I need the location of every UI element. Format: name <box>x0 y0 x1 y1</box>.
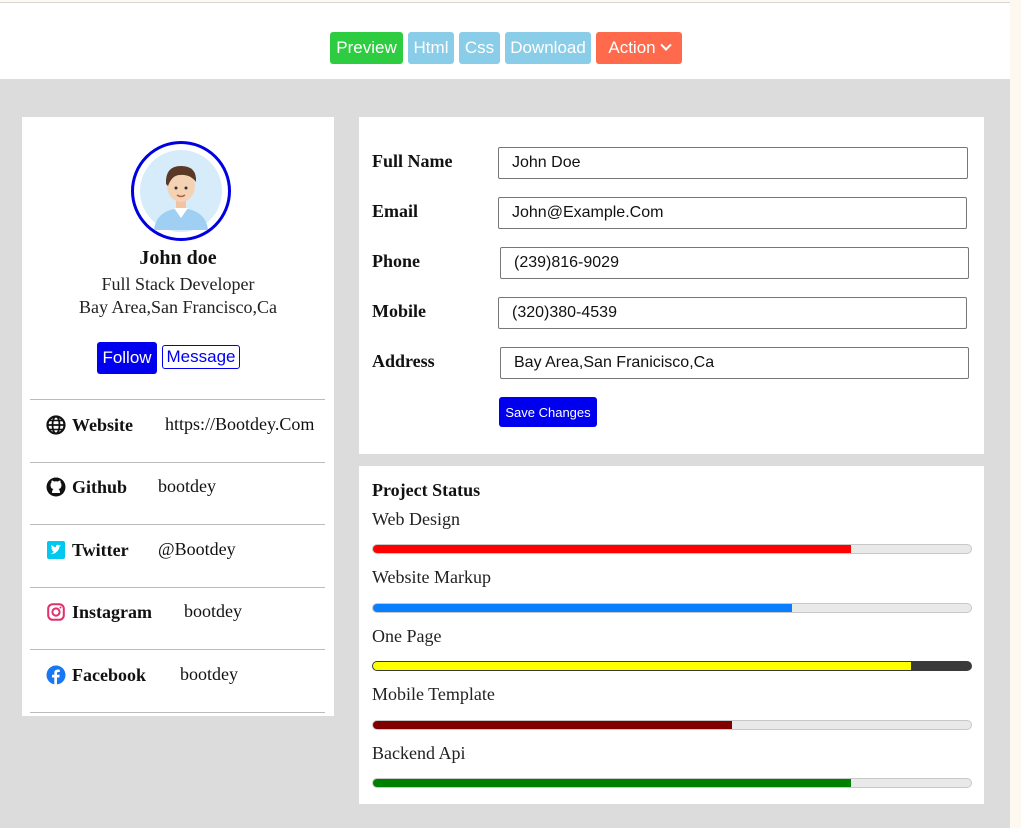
profile-name: John doe <box>139 247 217 269</box>
preview-button[interactable]: Preview <box>330 32 403 64</box>
avatar-illustration <box>140 150 222 232</box>
divider <box>30 399 325 400</box>
follow-button[interactable]: Follow <box>97 342 157 374</box>
profile-card: John doe Full Stack Developer Bay Area,S… <box>22 117 334 716</box>
project-label-one-page: One Page <box>372 626 442 646</box>
progress-fill <box>373 779 852 787</box>
github-value: bootdey <box>158 476 216 496</box>
mobile-label: Mobile <box>372 301 426 321</box>
profile-location: Bay Area,San Francisco,Ca <box>79 297 277 317</box>
twitter-icon <box>46 540 66 560</box>
social-facebook[interactable]: Facebook bootdey <box>46 661 276 689</box>
globe-icon <box>46 415 66 435</box>
right-margin <box>1010 0 1021 828</box>
divider <box>30 462 325 463</box>
address-label: Address <box>372 351 435 371</box>
action-dropdown-button[interactable]: Action <box>596 32 682 64</box>
chevron-down-icon <box>659 39 672 51</box>
progress-fill <box>373 721 732 729</box>
address-field[interactable]: Bay Area,San Franicisco,Ca <box>500 347 969 379</box>
progress-fill <box>373 545 852 553</box>
divider <box>30 587 325 588</box>
social-twitter[interactable]: Twitter @Bootdey <box>46 536 266 564</box>
progress-bar-web-design <box>372 544 972 554</box>
progress-fill <box>373 604 792 612</box>
social-label: Github <box>72 476 128 497</box>
website-link[interactable]: https://Bootdey.Com <box>165 414 314 435</box>
project-label-mobile-template: Mobile Template <box>372 684 495 704</box>
action-label: Action <box>608 38 656 57</box>
profile-role: Full Stack Developer <box>101 274 255 294</box>
progress-bar-one-page <box>372 661 972 671</box>
top-toolbar-bar: Preview Html Css Download Action <box>0 3 1010 79</box>
toolbar: Preview Html Css Download Action <box>0 32 1010 64</box>
profile-form-card: Full Name John Doe Email John@Example.Co… <box>359 117 984 454</box>
github-icon <box>46 477 66 497</box>
message-button[interactable]: Message <box>162 345 240 369</box>
divider <box>30 649 325 650</box>
social-instagram[interactable]: Instagram bootdey <box>46 598 276 626</box>
project-status-title: Project Status <box>372 480 481 500</box>
social-label: Instagram <box>72 601 152 622</box>
project-label-website-markup: Website Markup <box>372 567 492 587</box>
save-changes-button[interactable]: Save Changes <box>499 397 597 427</box>
phone-field[interactable]: (239)816-9029 <box>500 247 969 279</box>
instagram-value: bootdey <box>184 601 242 621</box>
html-button[interactable]: Html <box>408 32 454 64</box>
instagram-icon <box>46 602 66 622</box>
facebook-icon <box>46 665 66 685</box>
social-label: Website <box>72 414 133 435</box>
project-status-card: Project Status Web Design Website Markup… <box>359 466 984 804</box>
full-name-field[interactable]: John Doe <box>498 147 968 179</box>
phone-label: Phone <box>372 251 421 271</box>
divider <box>30 712 325 713</box>
progress-bar-backend-api <box>372 778 972 788</box>
download-button[interactable]: Download <box>505 32 591 64</box>
mobile-field[interactable]: (320)380-4539 <box>498 297 967 329</box>
email-field[interactable]: John@Example.Com <box>498 197 967 229</box>
divider <box>30 524 325 525</box>
social-website[interactable]: Website https://Bootdey.Com <box>46 411 336 439</box>
social-github[interactable]: Github bootdey <box>46 473 246 501</box>
facebook-value: bootdey <box>180 664 238 684</box>
progress-fill <box>373 662 912 670</box>
project-label-web-design: Web Design <box>372 509 461 529</box>
twitter-value: @Bootdey <box>158 539 236 559</box>
css-button[interactable]: Css <box>459 32 500 64</box>
project-label-backend-api: Backend Api <box>372 743 466 763</box>
full-name-label: Full Name <box>372 151 453 171</box>
avatar <box>131 141 231 241</box>
progress-bar-mobile-template <box>372 720 972 730</box>
email-label: Email <box>372 201 419 221</box>
social-label: Twitter <box>72 539 129 560</box>
progress-bar-website-markup <box>372 603 972 613</box>
social-label: Facebook <box>72 664 146 685</box>
